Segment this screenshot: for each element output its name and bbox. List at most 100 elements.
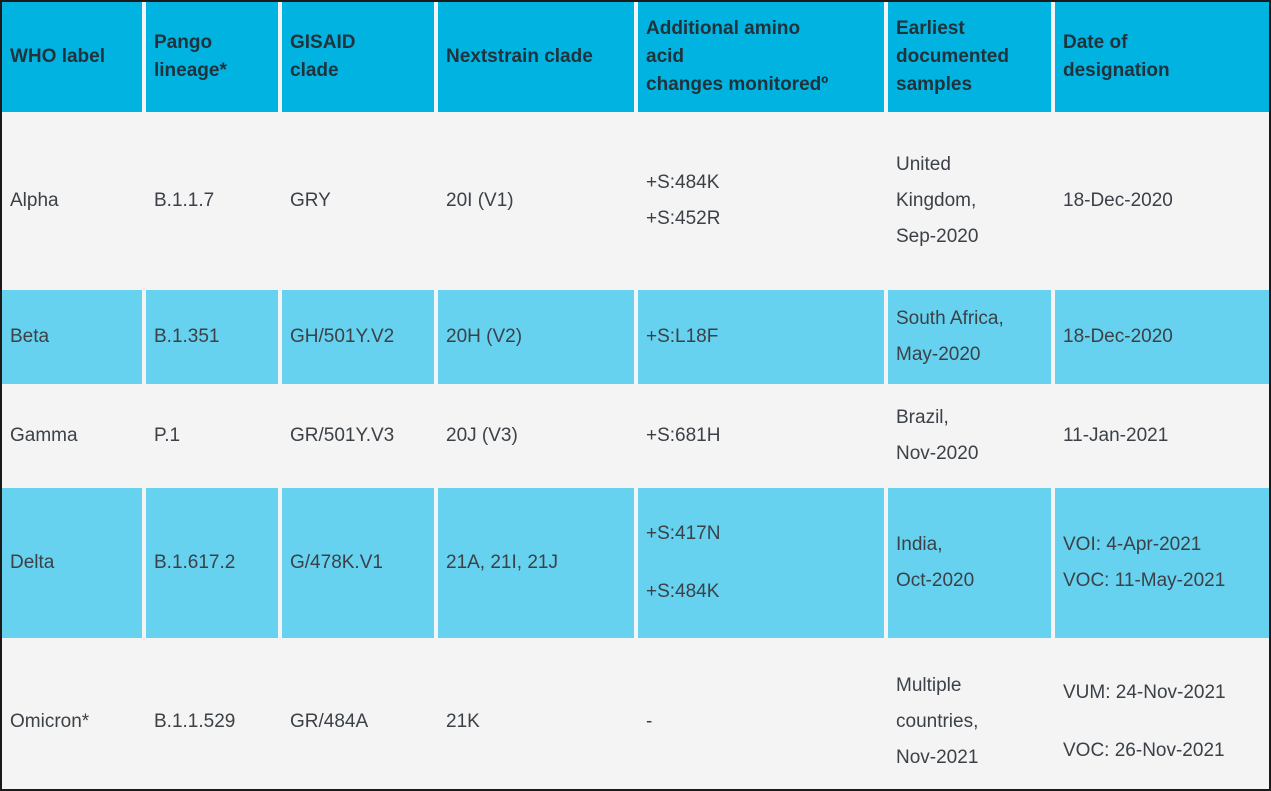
column-header-gisaid-clade: GISAID clade xyxy=(282,2,434,112)
column-header-earliest-samples: Earliest documented samples xyxy=(888,2,1051,112)
cell-line: +S:417N xyxy=(646,523,721,544)
cell-line: Alpha xyxy=(10,190,59,211)
cell-line: South Africa, xyxy=(896,308,1004,329)
table-row: Beta B.1.351 GH/501Y.V2 20H (V2) +S:L18F Sout… xyxy=(2,290,1269,384)
cell-earliest_samples: United Kingdom, Sep-2020 xyxy=(888,116,1051,286)
cell-line: VOC: 11-May-2021 xyxy=(1063,570,1226,591)
cell-line: 20I (V1) xyxy=(446,190,514,211)
variant-table-frame: WHO label Pango lineage* GISAID clade Next… xyxy=(0,0,1271,791)
cell-nextstrain_clade: 20I (V1) xyxy=(438,116,634,286)
cell-line: +S:681H xyxy=(646,425,721,446)
cell-gisaid_clade: GR/484A xyxy=(282,642,434,789)
cell-line: Additional amino xyxy=(646,18,801,39)
cell-line: Delta xyxy=(10,552,55,573)
table-row: Gamma P.1 GR/501Y.V3 20J (V3) +S:681H Brazil,… xyxy=(2,388,1269,484)
cell-line: changes monitoredº xyxy=(646,74,829,95)
cell-line: samples xyxy=(896,74,973,95)
cell-earliest_samples: South Africa, May-2020 xyxy=(888,290,1051,384)
cell-line: +S:452R xyxy=(646,208,721,229)
cell-aa_changes: +S:L18F xyxy=(638,290,884,384)
cell-pango_lineage: B.1.351 xyxy=(146,290,278,384)
table-row: Alpha B.1.1.7 GRY 20I (V1) +S:484K +S:452R Uni… xyxy=(2,116,1269,286)
cell-line: P.1 xyxy=(154,425,181,446)
cell-line: Pango xyxy=(154,32,213,53)
cell-pango_lineage: P.1 xyxy=(146,388,278,484)
cell-line: designation xyxy=(1063,60,1170,81)
cell-line: GRY xyxy=(290,190,331,211)
cell-nextstrain_clade: 20J (V3) xyxy=(438,388,634,484)
cell-line: Multiple xyxy=(896,675,962,696)
cell-aa_changes: - xyxy=(638,642,884,789)
cell-nextstrain_clade: 20H (V2) xyxy=(438,290,634,384)
cell-pango_lineage: B.1.617.2 xyxy=(146,488,278,638)
cell-aa_changes: +S:417N +S:484K xyxy=(638,488,884,638)
cell-who_label: Delta xyxy=(2,488,142,638)
cell-line: GR/484A xyxy=(290,711,369,732)
column-header-amino-acid-changes: Additional amino acid changes monitoredº xyxy=(638,2,884,112)
cell-who_label: Alpha xyxy=(2,116,142,286)
cell-line: +S:L18F xyxy=(646,326,719,347)
cell-gisaid_clade: GH/501Y.V2 xyxy=(282,290,434,384)
cell-line: - xyxy=(646,711,653,732)
cell-line: 18-Dec-2020 xyxy=(1063,190,1173,211)
column-header-who-label: WHO label xyxy=(2,2,142,112)
cell-line: B.1.617.2 xyxy=(154,552,236,573)
cell-line: Kingdom, xyxy=(896,190,977,211)
cell-line: Earliest xyxy=(896,18,965,39)
cell-line: lineage* xyxy=(154,60,227,81)
cell-line: 18-Dec-2020 xyxy=(1063,326,1173,347)
cell-designation_date: VOI: 4-Apr-2021 VOC: 11-May-2021 xyxy=(1055,488,1269,638)
cell-nextstrain_clade: 21A, 21I, 21J xyxy=(438,488,634,638)
cell-line: Gamma xyxy=(10,425,78,446)
cell-gisaid_clade: G/478K.V1 xyxy=(282,488,434,638)
sars-cov-2-variant-table: WHO label Pango lineage* GISAID clade Next… xyxy=(2,2,1269,789)
cell-line: India, xyxy=(896,534,943,555)
cell-gisaid_clade: GRY xyxy=(282,116,434,286)
cell-line: Date of xyxy=(1063,32,1128,53)
cell-who_label: Gamma xyxy=(2,388,142,484)
cell-line: Nextstrain clade xyxy=(446,46,593,67)
cell-earliest_samples: Brazil, Nov-2020 xyxy=(888,388,1051,484)
cell-earliest_samples: India, Oct-2020 xyxy=(888,488,1051,638)
cell-line: Nov-2021 xyxy=(896,747,979,768)
cell-line: May-2020 xyxy=(896,344,981,365)
cell-aa_changes: +S:484K +S:452R xyxy=(638,116,884,286)
cell-line: GR/501Y.V3 xyxy=(290,425,395,446)
cell-line: United xyxy=(896,154,951,175)
cell-who_label: Omicron* xyxy=(2,642,142,789)
cell-aa_changes: +S:681H xyxy=(638,388,884,484)
cell-line: clade xyxy=(290,60,339,81)
cell-nextstrain_clade: 21K xyxy=(438,642,634,789)
cell-line: G/478K.V1 xyxy=(290,552,383,573)
cell-line: GISAID xyxy=(290,32,356,53)
cell-line: VOI: 4-Apr-2021 xyxy=(1063,534,1202,555)
cell-line: Brazil, xyxy=(896,407,949,428)
cell-designation_date: 11-Jan-2021 xyxy=(1055,388,1269,484)
cell-line: countries, xyxy=(896,711,979,732)
cell-earliest_samples: Multiple countries, Nov-2021 xyxy=(888,642,1051,789)
column-header-date-of-designation: Date of designation xyxy=(1055,2,1269,112)
cell-line: +S:484K xyxy=(646,581,720,602)
cell-line: Nov-2020 xyxy=(896,443,979,464)
cell-designation_date: 18-Dec-2020 xyxy=(1055,290,1269,384)
column-header-pango-lineage: Pango lineage* xyxy=(146,2,278,112)
table-row: Delta B.1.617.2 G/478K.V1 21A, 21I, 21J +S:4… xyxy=(2,488,1269,638)
cell-designation_date: 18-Dec-2020 xyxy=(1055,116,1269,286)
cell-line: Sep-2020 xyxy=(896,226,979,247)
cell-line: WHO label xyxy=(10,46,106,67)
cell-who_label: Beta xyxy=(2,290,142,384)
cell-line: 11-Jan-2021 xyxy=(1063,425,1169,446)
cell-line: Oct-2020 xyxy=(896,570,975,591)
cell-line: Omicron* xyxy=(10,711,90,732)
table-header: WHO label Pango lineage* GISAID clade Next… xyxy=(2,2,1269,112)
cell-line: 21K xyxy=(446,711,480,732)
cell-line: VUM: 24-Nov-2021 xyxy=(1063,682,1226,703)
column-header-nextstrain-clade: Nextstrain clade xyxy=(438,2,634,112)
table-body: Alpha B.1.1.7 GRY 20I (V1) +S:484K +S:452R Uni… xyxy=(2,116,1269,789)
cell-line: GH/501Y.V2 xyxy=(290,326,395,347)
cell-pango_lineage: B.1.1.7 xyxy=(146,116,278,286)
cell-line: B.1.351 xyxy=(154,326,220,347)
cell-line: B.1.1.7 xyxy=(154,190,215,211)
cell-line: B.1.1.529 xyxy=(154,711,236,732)
cell-line: +S:484K xyxy=(646,172,720,193)
